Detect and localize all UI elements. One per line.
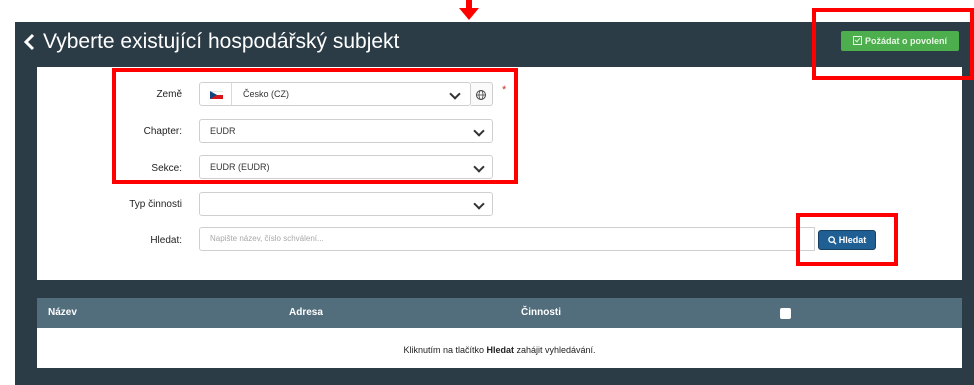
column-header-name[interactable]: Název — [48, 307, 77, 318]
annotation-arrow — [466, 0, 472, 8]
annotation-box-form — [112, 68, 518, 184]
results-table-body: Kliknutím na tlačítko Hledat zahájit vyh… — [37, 328, 962, 368]
empty-message-text-end: zahájit vyhledávání. — [514, 345, 596, 355]
annotation-arrow-head — [459, 8, 479, 20]
select-all-checkbox[interactable] — [780, 308, 791, 319]
column-header-activities[interactable]: Činnosti — [521, 307, 561, 318]
search-placeholder: Napište název, číslo schválení... — [210, 234, 324, 243]
annotation-box-search — [796, 213, 898, 266]
search-input[interactable]: Napište název, číslo schválení... — [199, 227, 815, 251]
empty-message-text: Kliknutím na tlačítko — [403, 345, 487, 355]
chevron-down-icon — [473, 198, 485, 210]
empty-message-bold: Hledat — [486, 345, 514, 355]
empty-results-message: Kliknutím na tlačítko Hledat zahájit vyh… — [37, 345, 962, 355]
chevron-left-icon[interactable] — [22, 31, 44, 53]
annotation-box-request — [812, 8, 974, 80]
activity-type-label: Typ činnosti — [129, 199, 182, 210]
search-label: Hledat: — [150, 235, 182, 246]
page-title: Vyberte existující hospodářský subjekt — [43, 30, 400, 53]
results-table-header: Název Adresa Činnosti — [37, 298, 962, 328]
column-header-address[interactable]: Adresa — [289, 307, 323, 318]
activity-type-select[interactable] — [199, 192, 493, 216]
